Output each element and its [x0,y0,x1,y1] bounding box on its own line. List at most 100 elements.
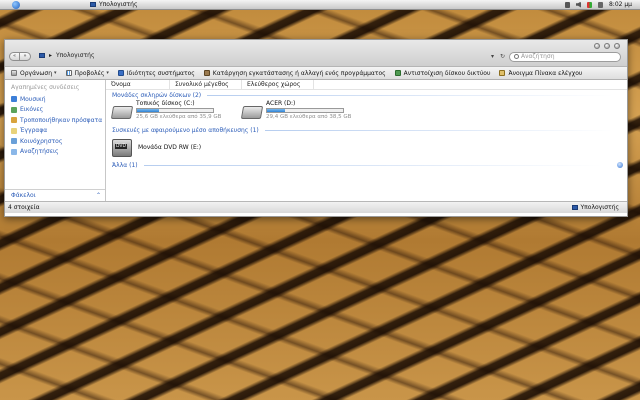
system-properties-icon [117,70,124,76]
file-list: Όνομα Συνολικό μέγεθος Ελεύθερος χώρος Μ… [106,80,627,201]
group-divider [207,94,613,96]
hard-drive-icon [240,106,264,119]
address-bar[interactable]: ▸ Υπολογιστής [39,52,95,59]
window-controls [594,43,620,49]
drive-info: Τοπικός δίσκος (C:) 25,6 GB ελεύθερα από… [136,100,221,120]
search-input[interactable]: Αναζήτηση [509,52,621,62]
group-removable-storage[interactable]: Συσκευές με αφαιρούμενο μέσο αποθήκευσης… [106,125,627,135]
column-free-space[interactable]: Ελεύθερος χώρος [242,80,314,89]
sidebar-item-label: Τροποποιήθηκαν πρόσφατα [20,116,103,124]
forward-button[interactable]: » [20,52,31,61]
status-location-label: Υπολογιστής [580,204,620,211]
clock[interactable]: 8:02 μμ [609,1,632,8]
speaker-icon[interactable] [575,1,581,8]
minimize-button[interactable] [594,43,600,49]
organize-label: Οργάνωση [20,69,53,77]
menu-bar: Υπολογιστής 8:02 μμ [0,0,640,10]
refresh-icon[interactable]: ↻ [500,53,505,60]
group-label: Μονάδες σκληρών δίσκων (2) [112,91,202,99]
status-bar: 4 στοιχεία Υπολογιστής [5,201,627,213]
map-network-drive-button[interactable]: Αντιστοίχιση δίσκου δικτύου [394,69,491,77]
drive-name: ACER (D:) [266,100,296,107]
address-text: Υπολογιστής [56,52,95,59]
sidebar-item-public[interactable]: Κοινόχρηστος [5,136,105,147]
uninstall-program-button[interactable]: Κατάργηση εγκατάστασης ή αλλαγή ενός προ… [203,70,386,77]
system-properties-button[interactable]: Ιδιότητες συστήματος [117,69,195,77]
usage-bar [136,108,214,113]
group-label: Συσκευές με αφαιρούμενο μέσο αποθήκευσης… [112,126,259,134]
group-divider [143,164,603,166]
column-total-size[interactable]: Συνολικό μέγεθος [170,80,242,89]
group-hard-disks[interactable]: Μονάδες σκληρών δίσκων (2) [106,90,627,100]
system-properties-label: Ιδιότητες συστήματος [126,69,195,77]
control-panel-icon [499,70,506,76]
network-drive-icon [394,70,401,76]
active-app-label: Υπολογιστής [99,1,138,8]
address-actions: ▾ ↻ [491,53,505,60]
status-location: Υπολογιστής [571,204,620,211]
sidebar-item-label: Έγγραφα [20,127,48,135]
music-icon [11,96,17,103]
tray-icon[interactable] [564,1,570,8]
searches-icon [11,148,17,155]
public-icon [11,138,17,145]
sidebar-item-recent[interactable]: Τροποποιήθηκαν πρόσφατα [5,115,105,126]
views-icon [65,70,72,76]
navigation-buttons: « » [9,52,31,61]
address-separator: ▸ [49,52,53,59]
sidebar-item-label: Εικόνες [20,106,44,114]
map-network-drive-label: Αντιστοίχιση δίσκου δικτύου [403,69,491,77]
drive-info: ACER (D:) 29,4 GB ελεύθερα από 38,5 GB [266,100,351,120]
item-count: 4 στοιχεία [8,204,40,211]
computer-icon [571,205,578,210]
maximize-button[interactable] [604,43,610,49]
control-panel-button[interactable]: Άνοιγμα Πίνακα ελέγχου [499,70,582,77]
command-bar: Οργάνωση ▾ Προβολές ▾ Ιδιότητες συστήματ… [5,67,627,80]
title-bar[interactable]: « » ▸ Υπολογιστής ▾ ↻ Αναζήτηση [5,40,627,67]
drive-d[interactable]: ACER (D:) 29,4 GB ελεύθερα από 38,5 GB [240,100,354,125]
sidebar-item-pictures[interactable]: Εικόνες [5,105,105,116]
expand-icon[interactable] [617,162,623,168]
usage-bar-fill [267,109,285,112]
views-label: Προβολές [74,69,105,77]
flag-icon[interactable] [586,1,592,8]
sidebar-item-music[interactable]: Μουσική [5,94,105,105]
hard-disk-list: Τοπικός δίσκος (C:) 25,6 GB ελεύθερα από… [106,100,627,125]
chevron-up-icon: ⌃ [95,192,101,199]
control-panel-label: Άνοιγμα Πίνακα ελέγχου [508,69,583,77]
drive-name: Μονάδα DVD RW (E:) [138,144,202,151]
free-space-text: 25,6 GB ελεύθερα από 35,9 GB [136,114,222,120]
programs-icon [203,70,210,76]
documents-icon [11,127,17,134]
column-name[interactable]: Όνομα [106,80,170,89]
network-icon[interactable] [597,1,603,8]
organize-button[interactable]: Οργάνωση ▾ [11,70,57,77]
sidebar-item-documents[interactable]: Έγγραφα [5,126,105,137]
group-divider [264,129,613,131]
group-other[interactable]: Άλλα (1) [106,160,627,170]
sidebar-item-label: Μουσική [20,95,46,103]
folders-label: Φάκελοι [11,192,36,199]
group-label: Άλλα (1) [112,161,138,169]
close-button[interactable] [614,43,620,49]
explorer-window: « » ▸ Υπολογιστής ▾ ↻ Αναζήτηση Οργάνωση… [4,39,628,217]
search-icon [514,54,519,59]
drive-c[interactable]: Τοπικός δίσκος (C:) 25,6 GB ελεύθερα από… [110,100,224,125]
hard-drive-icon [110,106,134,119]
folders-toggle[interactable]: Φάκελοι ⌃ [5,189,105,201]
computer-icon [39,53,45,58]
drive-name: Τοπικός δίσκος (C:) [136,100,195,107]
organize-icon [11,70,17,76]
drive-e[interactable]: Μονάδα DVD RW (E:) [106,135,627,160]
active-app-title[interactable]: Υπολογιστής [90,1,138,8]
address-dropdown-icon[interactable]: ▾ [491,53,494,60]
views-button[interactable]: Προβολές ▾ [65,69,109,77]
free-space-text: 29,4 GB ελεύθερα από 38,5 GB [266,114,352,120]
usage-bar [266,108,344,113]
search-placeholder: Αναζήτηση [521,53,555,60]
back-button[interactable]: « [9,52,20,61]
chevron-down-icon: ▾ [54,70,57,76]
computer-icon [90,2,96,7]
apple-icon[interactable] [12,0,20,9]
sidebar-item-searches[interactable]: Αναζητήσεις [5,147,105,158]
